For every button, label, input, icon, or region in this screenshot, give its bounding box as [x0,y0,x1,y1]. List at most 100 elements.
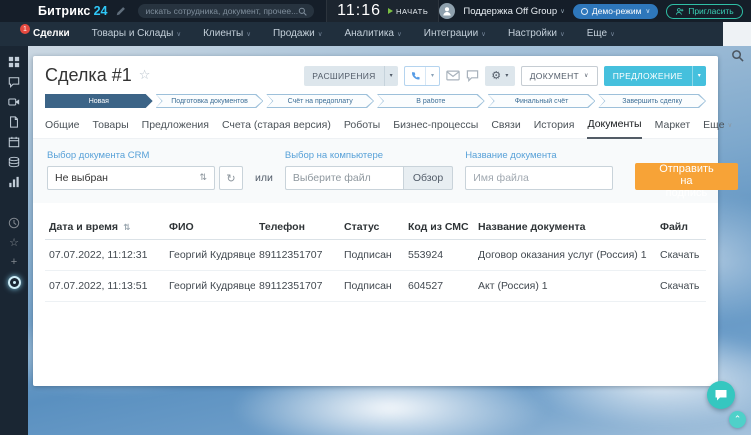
global-search-input[interactable]: искать сотрудника, документ, прочее... [138,4,314,18]
main-menu-bar: 1 Сделки Товары и Склады ∨ Клиенты ∨ Про… [0,22,723,46]
favorite-star-icon[interactable]: ☆ [139,68,151,83]
browse-button[interactable]: Обзор [403,166,453,190]
tab-offers[interactable]: Предложения [142,118,209,138]
menu-item-analytics[interactable]: Аналитика ∨ [344,22,401,46]
send-to-sign-button[interactable]: Отправить на подпись [635,163,738,190]
crm-document-select[interactable]: Не выбран ⇅ [47,166,215,190]
calendar-icon[interactable] [8,135,21,148]
stage-prepay-invoice[interactable]: Счёт на предоплату [266,94,374,108]
chat-icon[interactable] [8,75,21,88]
time-icon[interactable] [8,216,21,229]
stage-final-invoice[interactable]: Финальный счёт [488,94,596,108]
menu-item-settings[interactable]: Настройки ∨ [508,22,565,46]
chevron-down-icon: ∨ [481,22,486,46]
document-name-label: Название документа [465,150,613,161]
chevron-down-icon: ∨ [645,7,650,15]
deal-stage-bar: Новая Подготовка документов Счёт на пред… [33,91,718,108]
select-arrows-icon: ⇅ [199,173,207,183]
cell-datetime: 07.07.2022, 11:13:51 [45,271,165,302]
user-avatar[interactable] [439,3,455,19]
stage-docs-prep[interactable]: Подготовка документов [156,94,264,108]
demo-mode-button[interactable]: Демо-режим ∨ [573,4,658,19]
person-plus-icon [675,7,684,16]
status-badge: Подписан [340,240,404,271]
chevron-down-icon[interactable]: ▾ [425,67,439,85]
chevron-down-icon[interactable]: ▾ [384,66,398,86]
demo-icon [581,8,588,15]
menu-item-more[interactable]: Еще ∨ [587,22,615,46]
bitrix24-logo[interactable]: Битрикс 24 [38,4,107,18]
chat-bubble-icon[interactable] [466,69,479,82]
deal-card: Сделка #1 ☆ РАСШИРЕНИЯ ▾ ▾ [33,56,718,386]
file-upload-group: Выбор на компьютере Выберите файл Обзор [285,150,453,190]
page-search-icon[interactable] [731,49,744,67]
start-workday-button[interactable]: НАЧАТЬ [388,7,428,16]
download-link[interactable]: Скачать [656,240,706,271]
document-button[interactable]: ДОКУМЕНТ ∨ [521,66,598,86]
stage-close-deal[interactable]: Завершить сделку [598,94,706,108]
documents-icon[interactable] [8,115,21,128]
logo-suffix: 24 [94,4,108,18]
cell-sms-code: 604527 [404,271,474,302]
tab-market[interactable]: Маркет [655,118,691,138]
add-icon[interactable]: + [8,256,21,269]
table-row: 07.07.2022, 11:13:51 Георгий Кудрявцев 8… [45,271,706,302]
cell-name: Георгий Кудрявцев [165,271,255,302]
invite-button[interactable]: Пригласить [666,4,743,19]
crm-document-label: Выбор документа CRM [47,150,243,161]
stage-new[interactable]: Новая [45,94,153,108]
offer-button[interactable]: ПРЕДЛОЖЕНИЕ ▾ [604,66,706,86]
cell-document-title: Акт (Россия) 1 [474,271,656,302]
tab-more[interactable]: Еще ∨ [703,118,732,138]
col-sms-code: Код из СМС [404,215,474,240]
reports-icon[interactable] [8,175,21,188]
tab-history[interactable]: История [534,118,575,138]
collapse-fab[interactable]: ⌃ [729,411,746,428]
logo-brand: Битрикс [38,4,91,18]
document-sign-form: Выбор документа CRM Не выбран ⇅ ↻ или Вы… [33,139,718,203]
stage-in-progress[interactable]: В работе [377,94,485,108]
chevron-down-icon: ∨ [246,22,251,46]
sort-icon[interactable]: ⇅ [123,223,130,233]
play-icon [388,8,393,14]
topbar-right-cluster: Поддержка Off Group ∨ Демо-режим ∨ Пригл… [439,3,751,19]
tab-robots[interactable]: Роботы [344,118,380,138]
search-icon [298,7,307,16]
tab-general[interactable]: Общие [45,118,80,138]
chevron-down-icon[interactable]: ▾ [692,66,706,86]
chevron-down-icon: ∨ [584,72,589,79]
active-page-indicator[interactable] [8,276,21,289]
support-menu[interactable]: Поддержка Off Group ∨ [463,6,565,17]
menu-item-deals[interactable]: 1 Сделки [20,22,70,46]
tab-links[interactable]: Связи [491,118,520,138]
menu-item-products[interactable]: Товары и Склады ∨ [92,22,181,46]
favorites-star-icon[interactable]: ☆ [8,236,21,249]
deal-toolbar: РАСШИРЕНИЯ ▾ ▾ ⚙ ▾ [304,66,706,86]
document-name-input[interactable] [465,166,613,190]
support-chat-fab[interactable] [707,381,735,409]
chevron-down-icon: ∨ [610,22,615,46]
menu-item-clients[interactable]: Клиенты ∨ [203,22,251,46]
edit-pencil-icon[interactable] [116,6,126,16]
video-call-icon[interactable] [8,95,21,108]
settings-button[interactable]: ⚙ ▾ [485,66,514,86]
refresh-button[interactable]: ↻ [219,166,243,190]
file-input[interactable]: Выберите файл [285,166,403,190]
download-link[interactable]: Скачать [656,271,706,302]
call-button[interactable]: ▾ [404,66,440,86]
tab-business-processes[interactable]: Бизнес-процессы [393,118,478,138]
tab-products[interactable]: Товары [93,118,129,138]
clock-time: 11:16 [337,2,381,20]
menu-grid-icon[interactable] [8,55,21,68]
chevron-down-icon: ∨ [560,7,565,15]
menu-item-integrations[interactable]: Интеграции ∨ [424,22,486,46]
mail-icon[interactable] [446,70,460,81]
drive-icon[interactable] [8,155,21,168]
table-header-row: Дата и время⇅ ФИО Телефон Статус Код из … [45,215,706,240]
status-badge: Подписан [340,271,404,302]
extensions-button[interactable]: РАСШИРЕНИЯ ▾ [304,66,398,86]
worktime-widget: 11:16 НАЧАТЬ [326,0,439,22]
tab-invoices-old[interactable]: Счета (старая версия) [222,118,331,138]
tab-documents[interactable]: Документы [587,118,641,139]
menu-item-sales[interactable]: Продажи ∨ [273,22,323,46]
